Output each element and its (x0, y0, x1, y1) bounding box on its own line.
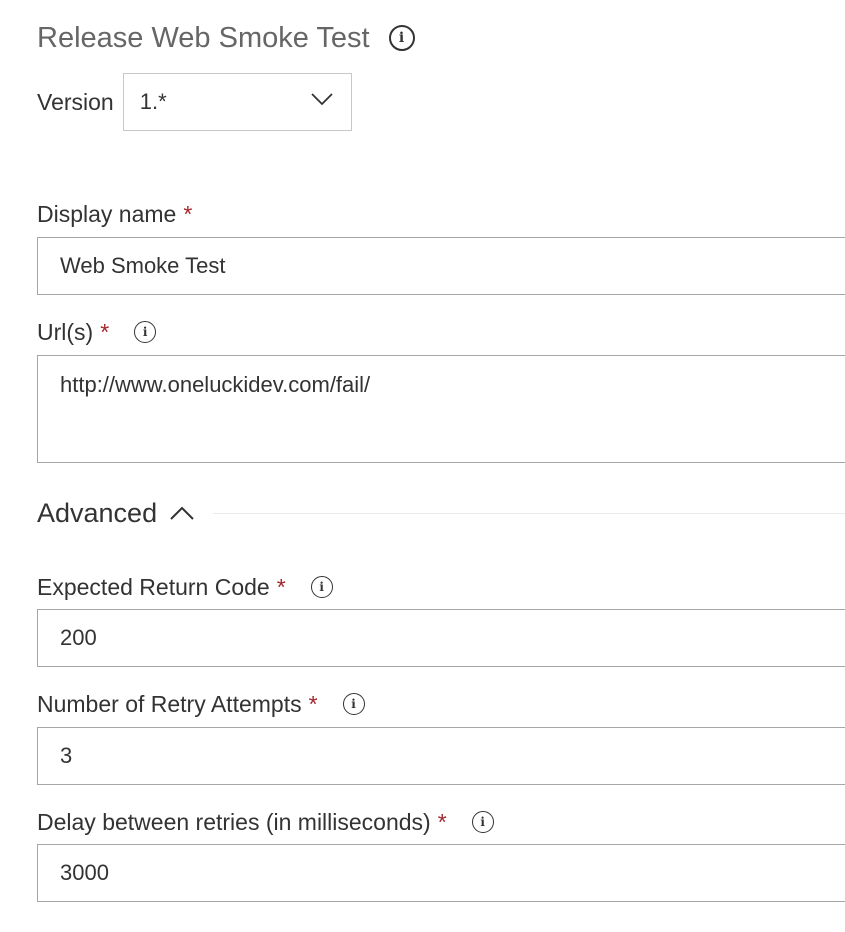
info-icon[interactable]: i (310, 576, 333, 598)
advanced-toggle[interactable]: Advanced (37, 498, 157, 529)
display-name-label: Display name * (37, 197, 192, 231)
expected-return-code-value: 200 (60, 625, 97, 650)
retry-delay-label-text: Delay between retries (in milliseconds) (37, 808, 431, 835)
retry-attempts-input[interactable]: 3 (37, 727, 845, 785)
task-title: Release Web Smoke Test (37, 22, 370, 54)
task-settings-panel: Release Web Smoke Test i Version 1.* Dis… (0, 0, 845, 932)
required-marker: * (437, 808, 447, 835)
section-divider (213, 512, 845, 514)
retry-attempts-value: 3 (60, 743, 73, 768)
version-label: Version (37, 88, 114, 115)
chevron-down-icon (311, 93, 333, 106)
urls-textarea[interactable]: http://www.oneluckidev.com/fail/ (37, 355, 845, 463)
version-dropdown[interactable]: 1.* (122, 73, 352, 131)
retry-delay-value: 3000 (60, 860, 109, 885)
advanced-section-header: Advanced (37, 493, 845, 533)
display-name-value: Web Smoke Test (60, 253, 226, 278)
retry-attempts-label: Number of Retry Attempts * i (37, 687, 365, 721)
version-row: Version 1.* (37, 73, 352, 131)
version-value: 1.* (139, 89, 167, 114)
urls-value: http://www.oneluckidev.com/fail/ (60, 372, 371, 397)
info-icon[interactable]: i (342, 693, 365, 715)
title-row: Release Web Smoke Test i (37, 18, 415, 58)
urls-label-text: Url(s) (37, 318, 94, 345)
info-icon[interactable]: i (471, 811, 494, 833)
retry-delay-label: Delay between retries (in milliseconds) … (37, 805, 494, 839)
required-marker: * (308, 690, 318, 717)
info-icon[interactable]: i (388, 25, 415, 51)
urls-label: Url(s) * i (37, 315, 157, 349)
display-name-label-text: Display name (37, 200, 177, 227)
required-marker: * (183, 200, 193, 227)
expected-return-code-label: Expected Return Code * i (37, 570, 333, 604)
chevron-up-icon[interactable] (169, 505, 195, 521)
required-marker: * (276, 573, 286, 600)
display-name-input[interactable]: Web Smoke Test (37, 237, 845, 295)
required-marker: * (100, 318, 110, 345)
retry-delay-input[interactable]: 3000 (37, 844, 845, 902)
info-icon[interactable]: i (134, 321, 157, 343)
expected-return-code-input[interactable]: 200 (37, 609, 845, 667)
expected-return-code-label-text: Expected Return Code (37, 573, 270, 600)
retry-attempts-label-text: Number of Retry Attempts (37, 690, 302, 717)
